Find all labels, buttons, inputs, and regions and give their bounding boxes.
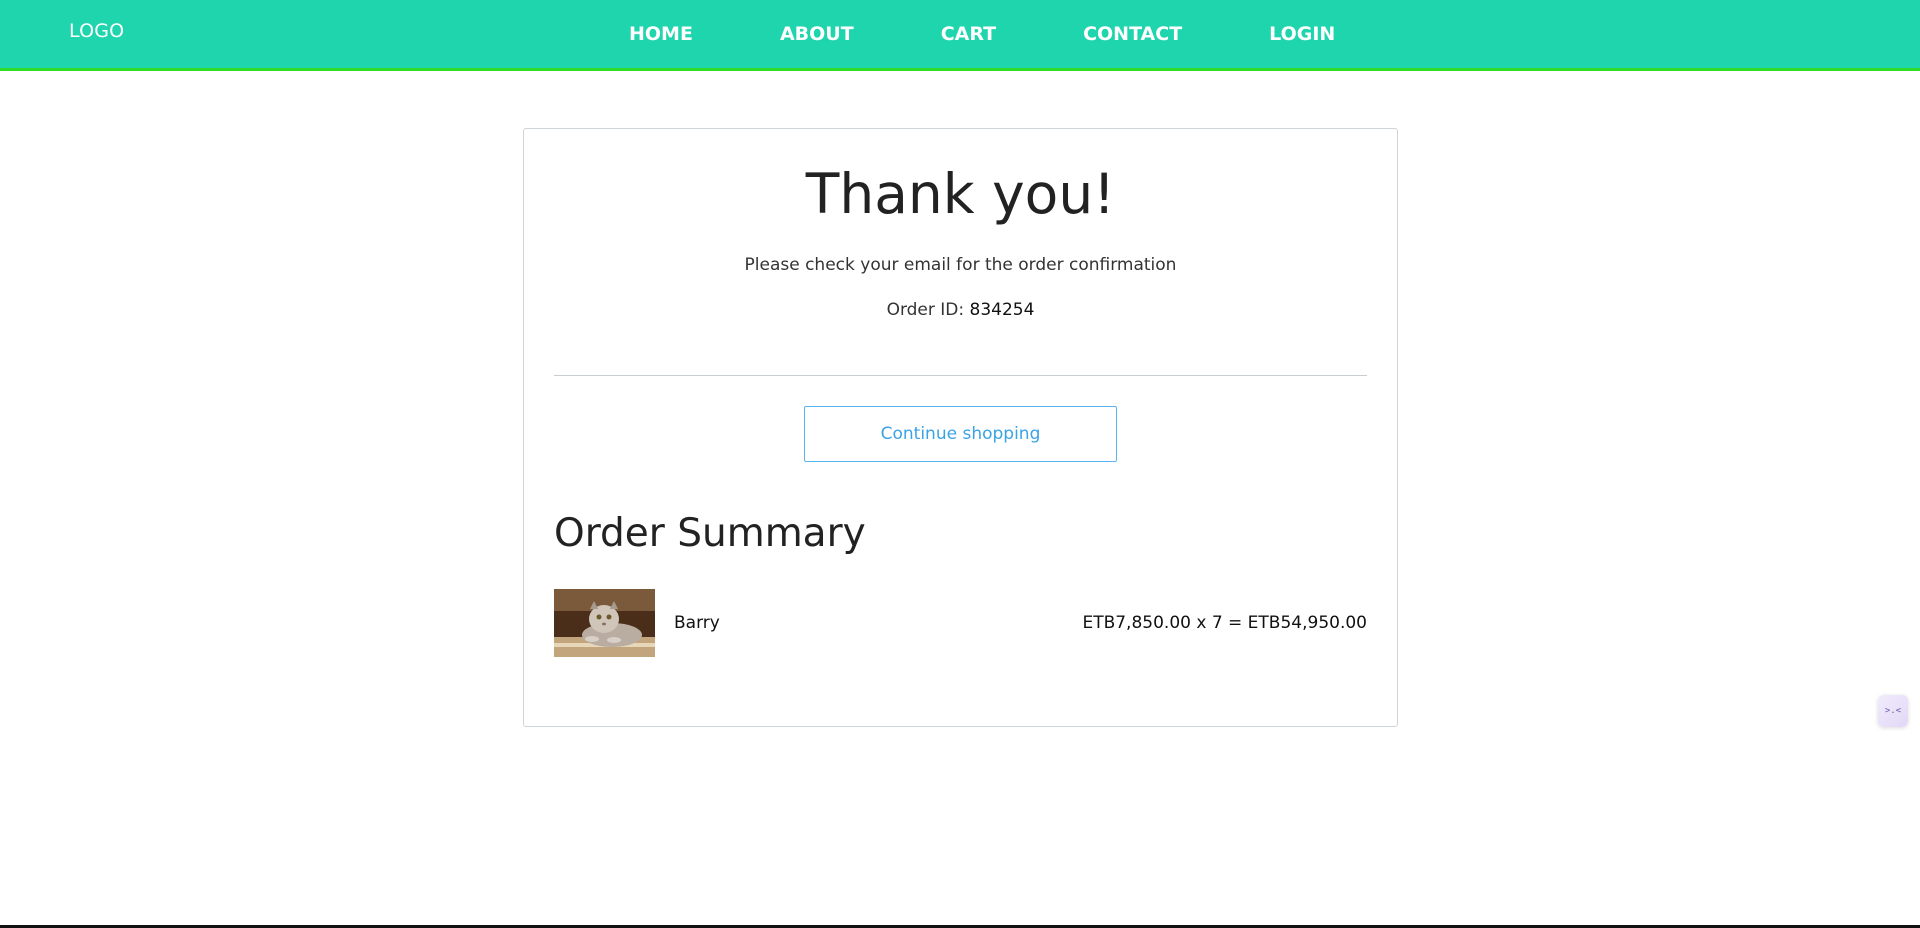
continue-shopping-button[interactable]: Continue shopping bbox=[804, 406, 1117, 462]
page-title: Thank you! bbox=[805, 162, 1116, 226]
confirmation-message: Please check your email for the order co… bbox=[744, 255, 1177, 275]
nav-link-login[interactable]: LOGIN bbox=[1269, 23, 1335, 45]
order-confirmation-card: Thank you! Please check your email for t… bbox=[523, 128, 1398, 727]
divider bbox=[554, 375, 1367, 376]
nav-link-contact[interactable]: CONTACT bbox=[1083, 23, 1182, 45]
order-id-line: Order ID: 834254 bbox=[524, 300, 1397, 320]
chat-face-icon[interactable]: >.< bbox=[1878, 695, 1908, 727]
cat-photo-image bbox=[554, 589, 655, 657]
logo[interactable]: LOGO bbox=[69, 20, 124, 42]
nav-links: HOME ABOUT CART CONTACT LOGIN bbox=[629, 23, 1335, 45]
nav-link-about[interactable]: ABOUT bbox=[780, 23, 854, 45]
top-navbar: LOGO HOME ABOUT CART CONTACT LOGIN bbox=[0, 0, 1920, 71]
nav-link-home[interactable]: HOME bbox=[629, 23, 693, 45]
item-price: ETB7,850.00 x 7 = ETB54,950.00 bbox=[1082, 613, 1367, 633]
nav-link-cart[interactable]: CART bbox=[941, 23, 996, 45]
item-name: Barry bbox=[674, 613, 720, 633]
order-summary-item: Barry ETB7,850.00 x 7 = ETB54,950.00 bbox=[554, 589, 1367, 657]
order-summary-title: Order Summary bbox=[554, 511, 866, 556]
order-id-label: Order ID: bbox=[886, 300, 965, 320]
cat-photo-icon bbox=[554, 589, 655, 657]
order-id-value: 834254 bbox=[969, 300, 1035, 320]
